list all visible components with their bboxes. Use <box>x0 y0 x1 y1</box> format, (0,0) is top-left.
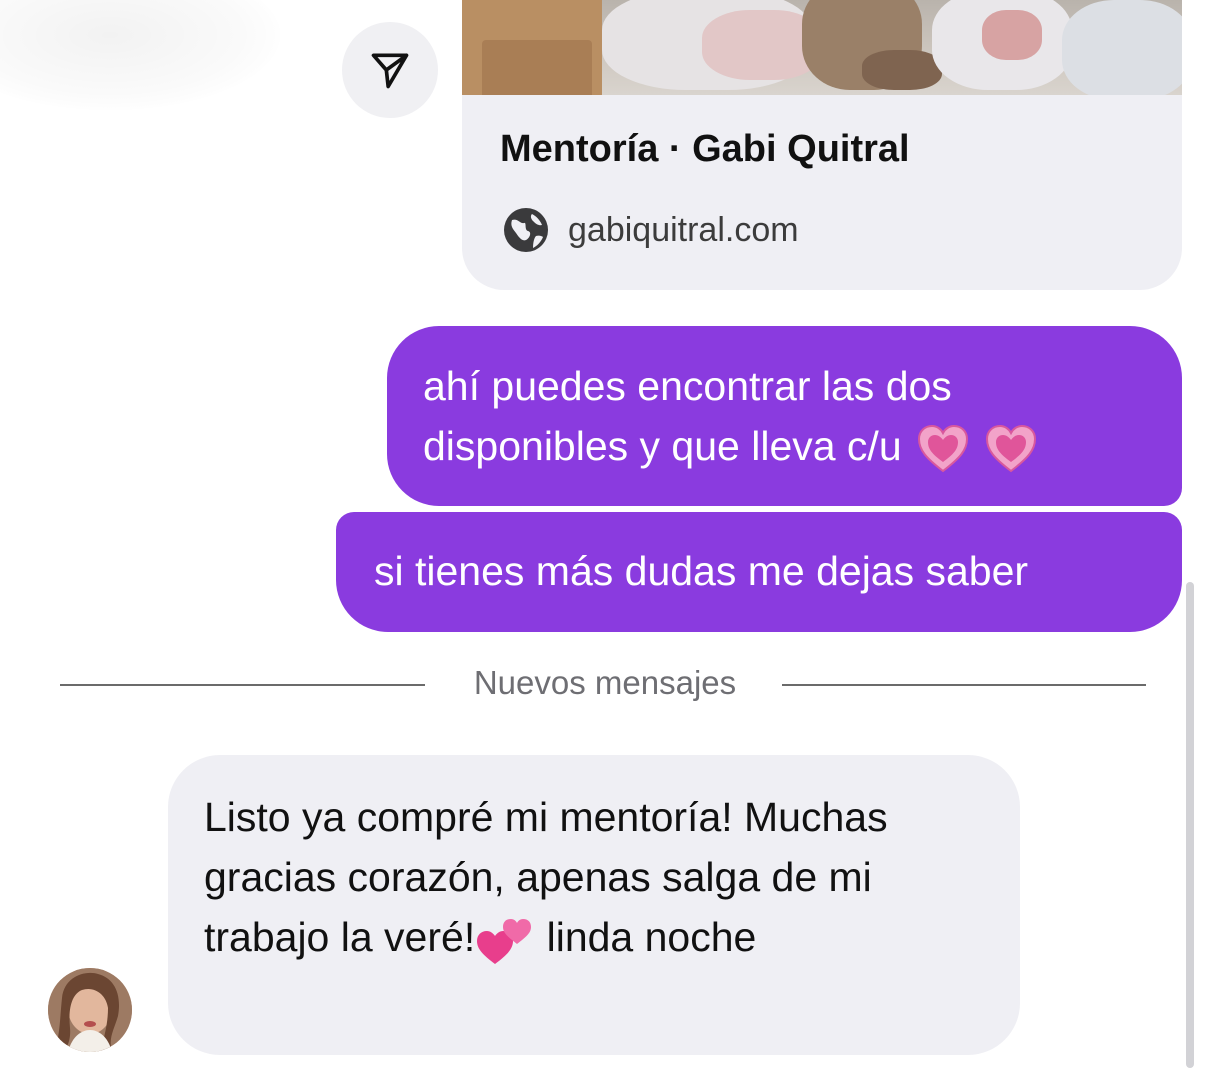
link-preview-title: Mentoría · Gabi Quitral <box>500 128 910 170</box>
send-icon <box>371 53 409 89</box>
new-messages-divider: Nuevos mensajes <box>60 664 1146 708</box>
link-preview-image <box>462 0 1182 95</box>
heart-icon <box>917 425 968 473</box>
avatar[interactable] <box>48 968 132 1052</box>
link-preview-domain: gabiquitral.com <box>568 210 799 249</box>
divider-line-left <box>60 684 425 686</box>
background-shadow <box>0 0 280 110</box>
outgoing-message[interactable]: si tienes más dudas me dejas saber <box>336 512 1182 632</box>
scrollbar[interactable] <box>1186 582 1194 1068</box>
outgoing-message[interactable]: ahí puedes encontrar las dos disponibles… <box>387 326 1182 506</box>
link-preview-domain-row: gabiquitral.com <box>502 206 799 254</box>
incoming-message[interactable]: Listo ya compré mi mentoría! Muchas grac… <box>168 755 1020 1055</box>
heart-icon <box>985 425 1036 473</box>
message-text-end: linda noche <box>535 914 757 960</box>
message-text: ahí puedes encontrar las dos disponibles… <box>423 363 952 469</box>
divider-line-right <box>782 684 1146 686</box>
new-messages-label: Nuevos mensajes <box>473 664 737 701</box>
link-preview-card[interactable]: Mentoría · Gabi Quitral gabiquitral.com <box>462 0 1182 290</box>
two-hearts-icon <box>477 919 532 965</box>
message-text: si tienes más dudas me dejas saber <box>374 548 1029 594</box>
share-button[interactable] <box>342 22 438 118</box>
globe-icon <box>504 208 548 252</box>
profile-photo <box>48 968 132 1052</box>
